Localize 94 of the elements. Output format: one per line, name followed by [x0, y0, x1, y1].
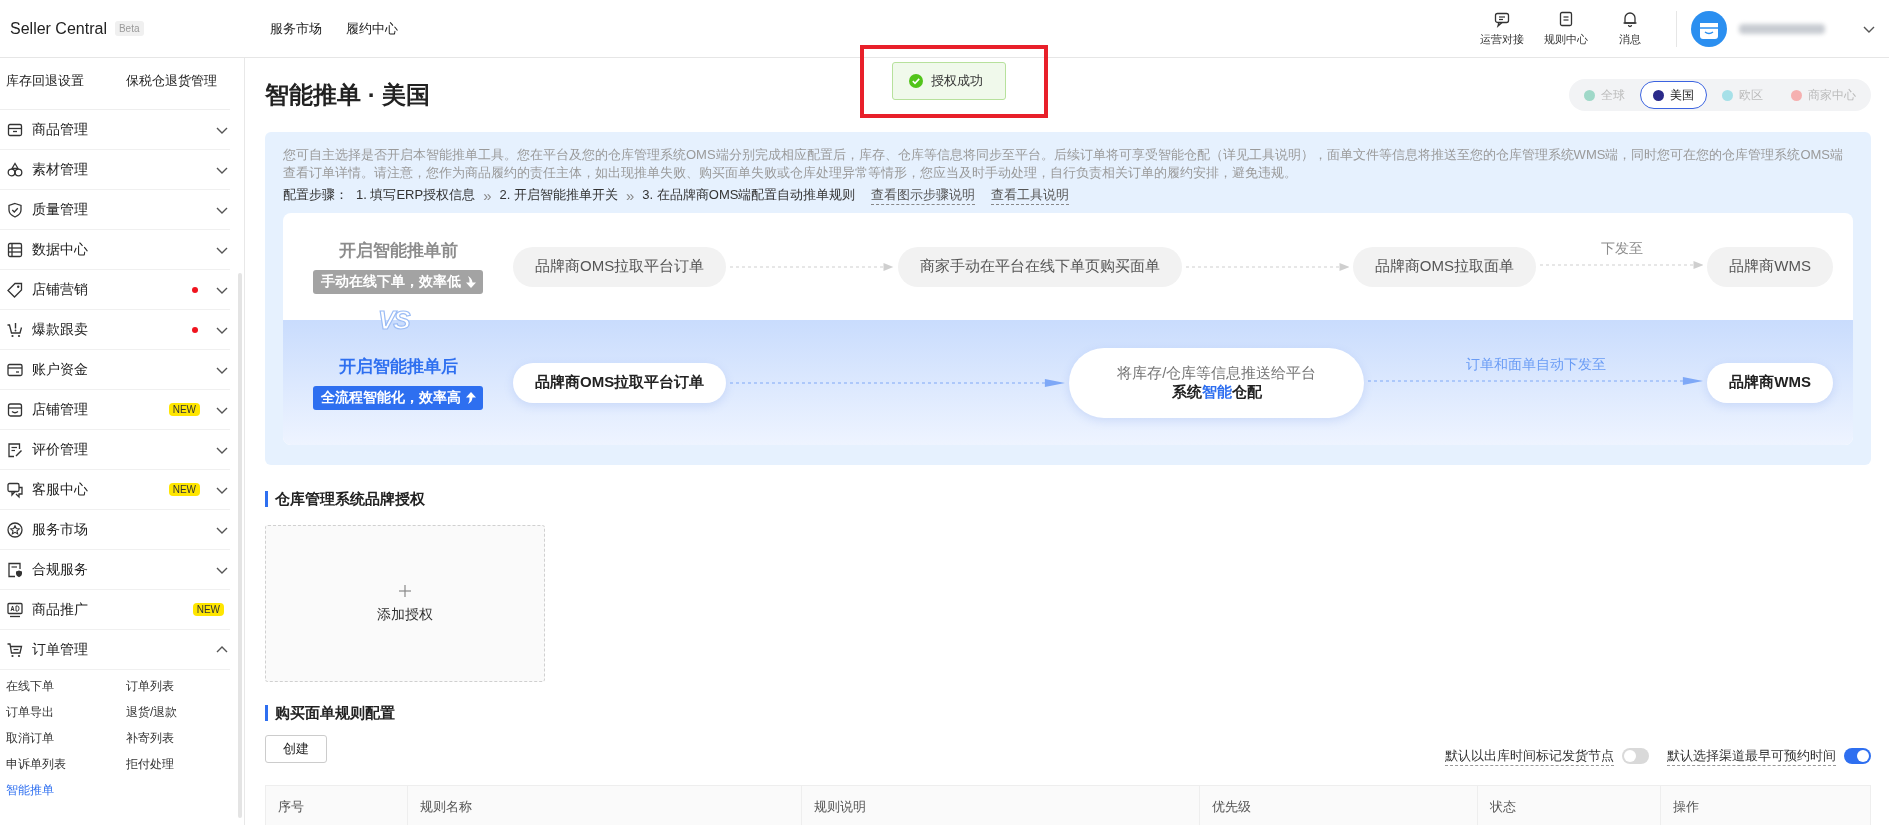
shield-icon — [6, 200, 24, 219]
flow-node: 品牌商WMS — [1707, 246, 1833, 287]
step-text: 3. 在品牌商OMS端配置自动推单规则 — [642, 186, 856, 204]
flow-node: 商家手动在平台在线下单页购买面单 — [897, 246, 1182, 287]
store-icon — [6, 400, 24, 419]
cart-icon — [6, 320, 24, 339]
new-badge: NEW — [192, 603, 224, 616]
step-text: 2. 开启智能推单开关 — [499, 186, 618, 204]
vs-mark: VS — [378, 305, 409, 336]
add-authorization-button[interactable]: 添加授权 — [265, 525, 545, 682]
submenu-item[interactable]: 智能推单 — [6, 782, 54, 799]
nav-link[interactable]: 服务市场 — [270, 19, 322, 38]
steps-label: 配置步骤： — [283, 186, 348, 204]
flow-node: 品牌商OMS拉取平台订单 — [513, 246, 727, 287]
column-header: 操作 — [1672, 798, 1700, 816]
column-header: 序号 — [266, 786, 408, 825]
sidebar-item[interactable]: 订单管理 — [0, 630, 230, 670]
avatar-icon — [1691, 10, 1727, 47]
column-header: 优先级 — [1200, 786, 1478, 825]
submenu-item[interactable]: 退货/退款 — [126, 704, 178, 721]
arrow-label: 订单和面单自动下发至 — [1464, 355, 1607, 374]
sidebar-item[interactable]: 店铺管理 NEW — [0, 390, 230, 430]
flow-node: 品牌商WMS — [1707, 362, 1833, 403]
table-icon — [6, 240, 24, 259]
submenu-item[interactable]: 申诉单列表 — [6, 756, 66, 773]
sidebar-shortcut[interactable]: 库存回退设置 — [6, 72, 84, 109]
sidebar-item[interactable]: 数据中心 — [0, 230, 230, 270]
toolbar-button[interactable]: 运营对接 — [1470, 10, 1534, 47]
beta-badge: Beta — [114, 21, 144, 36]
column-header: 规则名称 — [408, 786, 802, 825]
step-separator: » — [626, 186, 635, 204]
toggle-label: 默认选择渠道最早可预约时间 — [1667, 746, 1836, 766]
success-toast: 授权成功 — [892, 62, 1006, 100]
description-text: 您可自主选择是否开启本智能推单工具。您在平台及您的仓库管理系统OMS端分别完成相应配置后，库存、仓库等信息将同步至平台。后续订单将可享受智能仓配（详见工具说明），面单文件等信息将推送至您的仓库管理系统WMS端，同时您可在您的仓库管理系统OMS端查看订单详情。请注意，您作为商品履约的责任主体，如出现推单失败、购买面单失败或仓库处理异常等情形，您应当及时手动处理，自行负责相关订单的履约安排，避免违规。 — [283, 146, 1844, 182]
efficiency-tag: 手动在线下单，效率低 — [313, 270, 483, 294]
shapes-icon — [6, 160, 24, 179]
create-button[interactable]: 创建 — [265, 735, 327, 763]
chat-icon — [1493, 10, 1511, 28]
nav-link[interactable]: 履约中心 — [346, 19, 398, 38]
submenu-item[interactable]: 订单导出 — [6, 704, 54, 721]
row-title: 开启智能推单前 — [338, 240, 458, 262]
tag-icon — [6, 280, 24, 299]
sidebar-item[interactable]: 服务市场 — [0, 510, 230, 550]
document-icon — [1557, 10, 1575, 28]
sidebar-item[interactable]: 账户资金 — [0, 350, 230, 390]
column-header: 规则说明 — [802, 786, 1200, 825]
submenu-item[interactable]: 取消订单 — [6, 730, 54, 747]
help-link[interactable]: 查看图示步骤说明 — [871, 185, 976, 205]
flow-node: 品牌商OMS拉取平台订单 — [513, 362, 727, 403]
help-link[interactable]: 查看工具说明 — [991, 185, 1070, 205]
page-title: 智能推单 · 美国 — [265, 80, 431, 110]
submenu-item[interactable]: 在线下单 — [6, 678, 54, 695]
toolbar-button[interactable]: 规则中心 — [1534, 10, 1598, 47]
sidebar-item[interactable]: 客服中心 NEW — [0, 470, 230, 510]
row-title: 开启智能推单后 — [338, 356, 458, 378]
toolbar-button[interactable]: 消息 — [1598, 10, 1662, 47]
toggle-switch[interactable] — [1622, 748, 1649, 764]
column-header: 状态 — [1478, 786, 1661, 825]
section-title: 购买面单规则配置 — [275, 703, 395, 723]
efficiency-tag: 全流程智能化，效率高 — [313, 386, 483, 410]
sidebar-item[interactable]: 合规服务 — [0, 550, 230, 590]
sidebar-item[interactable]: 素材管理 — [0, 150, 230, 190]
sidebar-item[interactable]: 商品推广 NEW — [0, 590, 230, 630]
sidebar-item[interactable]: 质量管理 — [0, 190, 230, 230]
step-text: 1. 填写ERP授权信息 — [356, 186, 476, 204]
submenu-item[interactable]: 补寄列表 — [126, 730, 174, 747]
submenu-item[interactable]: 拒付处理 — [126, 756, 174, 773]
document-shield-icon — [6, 560, 24, 579]
ad-icon — [6, 600, 24, 619]
sidebar-item[interactable]: 店铺营销 — [0, 270, 230, 310]
bell-icon — [1621, 10, 1639, 28]
arrow-down-icon — [465, 275, 477, 289]
flow-node: 将库存/仓库等信息推送给平台 系统智能仓配 — [1069, 347, 1365, 418]
step-separator: » — [483, 186, 492, 204]
chat-icon — [6, 480, 24, 499]
sidebar-item[interactable]: 商品管理 — [0, 110, 230, 150]
edit-document-icon — [6, 440, 24, 459]
arrow-up-icon — [465, 391, 477, 405]
toggle-switch[interactable] — [1844, 748, 1871, 764]
submenu-item[interactable]: 订单列表 — [126, 678, 174, 695]
sidebar-item[interactable]: 评价管理 — [0, 430, 230, 470]
app-logo[interactable]: Seller Central — [10, 19, 107, 38]
arrow-label: 下发至 — [1599, 239, 1644, 258]
check-circle-icon — [909, 74, 923, 88]
region-tab[interactable]: 美国 — [1640, 81, 1707, 109]
flow-node: 品牌商OMS拉取面单 — [1352, 246, 1536, 287]
new-badge: NEW — [168, 483, 200, 496]
toggle-label: 默认以出库时间标记发货节点 — [1445, 746, 1614, 766]
sidebar-shortcut[interactable]: 保税仓退货管理 — [126, 72, 217, 109]
new-badge: NEW — [168, 403, 200, 416]
section-title: 仓库管理系统品牌授权 — [275, 489, 425, 509]
cart-icon — [6, 640, 24, 659]
plus-icon — [398, 583, 412, 598]
sidebar-item[interactable]: 爆款跟卖 — [0, 310, 230, 350]
